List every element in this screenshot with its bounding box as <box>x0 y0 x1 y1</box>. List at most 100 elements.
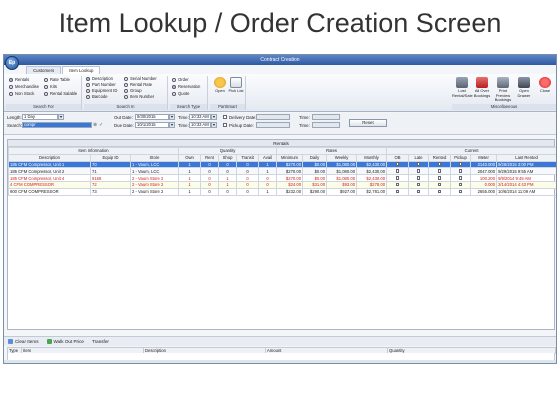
checkbox-icon[interactable] <box>416 169 421 173</box>
chevron-down-icon[interactable]: ▼ <box>58 114 64 120</box>
checkbox-icon[interactable] <box>416 182 421 187</box>
all-over-bookings-button[interactable]: All Over Bookings <box>472 77 492 98</box>
calendar-dropdown-icon[interactable]: ▼ <box>169 122 175 128</box>
walk-out-price-button[interactable]: Walk Out Price <box>46 339 84 344</box>
checkbox-icon[interactable] <box>395 162 400 166</box>
column-header[interactable]: Description <box>8 153 91 162</box>
open-drawer-button[interactable]: Open Drawer <box>514 77 534 98</box>
transfer-button[interactable]: Transfer <box>92 339 109 344</box>
table-cell: 185 CFM Compressor, Unit 4 <box>8 174 91 182</box>
radio-barcode[interactable]: Barcode <box>86 94 108 99</box>
column-header[interactable]: Last Rented <box>496 153 556 162</box>
table-row[interactable]: 185 CFM Compressor, Unit 4 9168 2 - Vaum S… <box>8 174 556 182</box>
checkbox-icon[interactable] <box>395 175 400 180</box>
column-header[interactable]: Equip ID <box>90 153 131 162</box>
delivery-time-field[interactable] <box>312 114 340 120</box>
column-header[interactable]: Avail <box>258 153 278 162</box>
table-cell: $270.00 <box>276 160 304 169</box>
radio-dot-icon <box>86 94 90 99</box>
radio-merchandise[interactable]: Merchandise <box>9 84 39 89</box>
radio-non-stock[interactable]: Non Stock <box>9 91 34 96</box>
radio-item-number[interactable]: Item Number <box>124 94 154 99</box>
column-header[interactable]: Transit <box>236 153 260 162</box>
table-row[interactable]: 4 CFM COMPRESSOR 72 2 - Vaum Store 2 1 0 1 0 0 $… <box>8 180 556 189</box>
due-time-field[interactable]: 10:33 AM <box>189 122 211 128</box>
checkbox-icon[interactable] <box>437 162 442 166</box>
delivery-date-checkbox[interactable] <box>223 115 227 119</box>
chevron-down-icon[interactable]: ▼ <box>211 114 217 120</box>
column-header[interactable]: Late <box>408 153 430 162</box>
tab-item-lookup[interactable]: Item Lookup <box>62 66 101 74</box>
radio-part-number[interactable]: Part Number <box>86 82 116 87</box>
column-header[interactable]: Monthly <box>356 153 388 162</box>
checkbox-icon[interactable] <box>416 175 421 180</box>
radio-kits[interactable]: Kits <box>44 84 57 89</box>
pick-list-button[interactable]: Pick List <box>226 77 246 94</box>
column-header[interactable]: Rent <box>200 153 220 162</box>
checkbox-icon[interactable] <box>395 182 400 187</box>
radio-order[interactable]: Order <box>172 77 189 82</box>
length-select[interactable]: 1 Day <box>22 114 58 120</box>
column-header[interactable]: Own <box>178 153 202 162</box>
checkbox-icon[interactable] <box>395 169 400 173</box>
checkbox-icon[interactable] <box>395 189 400 194</box>
print-preview-bookings-button[interactable]: Print Preview Bookings <box>493 77 513 103</box>
clear-search-icon[interactable]: ⊗ <box>93 122 97 128</box>
radio-rental-salable[interactable]: Rental Salable <box>44 91 77 96</box>
checkbox-icon[interactable] <box>437 182 442 187</box>
chevron-down-icon[interactable]: ▼ <box>211 122 217 128</box>
column-header[interactable]: Minimum <box>276 153 304 162</box>
search-input[interactable]: compr <box>22 122 92 128</box>
checkbox-icon[interactable] <box>437 169 442 173</box>
column-header[interactable]: Daily <box>302 153 328 162</box>
out-date-field[interactable]: 9/30/2015 <box>135 114 169 120</box>
checkbox-icon[interactable] <box>458 189 463 194</box>
table-row[interactable]: 900 CFM COMPRESSOR 73 2 - Vaum Store 21000… <box>8 187 556 196</box>
radio-rental-rate[interactable]: Rental Rate <box>124 82 152 87</box>
column-header[interactable]: Weekly <box>326 153 358 162</box>
search-for-title: Search For <box>6 104 81 110</box>
table-cell-checkbox <box>386 187 410 196</box>
checkbox-icon[interactable] <box>416 189 421 194</box>
due-date-field[interactable]: 10/1/2015 <box>135 122 169 128</box>
tab-customers[interactable]: Customers <box>26 66 62 74</box>
pickup-time-field[interactable] <box>312 122 340 128</box>
column-header[interactable]: Shop <box>218 153 238 162</box>
close-button[interactable]: Close <box>535 77 555 94</box>
column-header[interactable]: Store <box>129 153 180 162</box>
checkbox-icon[interactable] <box>458 162 463 166</box>
checkbox-icon[interactable] <box>458 169 463 173</box>
radio-reservation[interactable]: Reservation <box>172 84 200 89</box>
column-header[interactable]: Rented <box>428 153 452 162</box>
app-logo-icon[interactable]: Ep <box>5 56 19 70</box>
checkbox-icon[interactable] <box>416 162 421 166</box>
radio-serial-number[interactable]: Serial Number <box>124 76 157 81</box>
column-header[interactable]: Meter <box>470 153 498 162</box>
checkbox-icon[interactable] <box>437 189 442 194</box>
pickup-date-checkbox[interactable] <box>223 123 227 127</box>
search-icon[interactable]: ✓ <box>99 122 103 128</box>
radio-description[interactable]: Description <box>86 76 113 81</box>
column-header[interactable]: Pickup <box>450 153 472 162</box>
clear-items-button[interactable]: Clear Items <box>8 339 39 344</box>
table-cell: 0 <box>200 174 220 182</box>
calendar-dropdown-icon[interactable]: ▼ <box>169 114 175 120</box>
delivery-date-field[interactable] <box>256 114 290 120</box>
out-time-field[interactable]: 10:33 AM <box>189 114 211 120</box>
radio-equipment-id[interactable]: Equipment ID <box>86 88 117 93</box>
checkbox-icon[interactable] <box>458 182 463 187</box>
radio-rentals[interactable]: Rentals <box>9 77 29 82</box>
reset-button[interactable]: Reset <box>349 119 387 127</box>
column-header[interactable]: OB <box>386 153 410 162</box>
checkbox-icon[interactable] <box>437 175 442 180</box>
checkbox-icon[interactable] <box>458 175 463 180</box>
radio-rate-table[interactable]: Rate Table <box>44 77 70 82</box>
bookings-icon <box>476 77 488 88</box>
radio-quote[interactable]: Quote <box>172 91 189 96</box>
table-cell: 0 <box>218 160 238 169</box>
lost-rental-sale-button[interactable]: Lost Rental/Sale <box>452 77 473 98</box>
table-row[interactable]: 185 CFM Compressor, Unit 2 71 1 - Vaum, LC… <box>8 167 556 176</box>
radio-group[interactable]: Group <box>124 88 142 93</box>
pickup-date-field[interactable] <box>256 122 290 128</box>
table-row[interactable]: 185 CFM Compressor, Unit 1 70 1 - Vaum, LC… <box>8 160 556 169</box>
